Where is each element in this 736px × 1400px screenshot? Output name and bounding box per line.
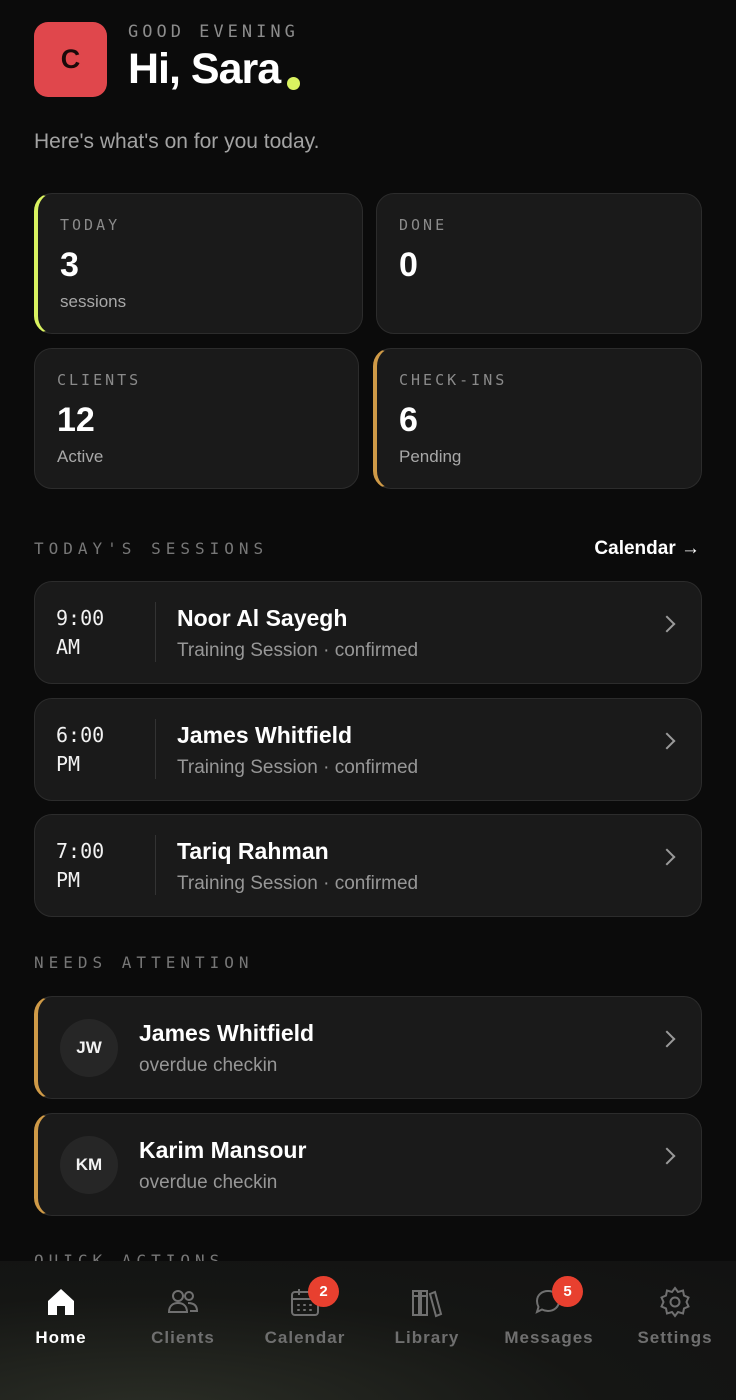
stat-value: 0 <box>399 246 418 284</box>
tab-calendar[interactable]: 2 Calendar <box>244 1261 366 1400</box>
calendar-badge: 2 <box>308 1276 339 1307</box>
tab-label: Home <box>35 1328 87 1347</box>
stat-label: DONE <box>399 216 448 234</box>
sessions-section-title: TODAY'S SESSIONS <box>34 539 269 558</box>
stat-sub: sessions <box>60 292 127 311</box>
stat-value: 3 <box>60 246 79 284</box>
avatar-initial: C <box>60 44 81 74</box>
stat-card-checkins[interactable]: CHECK-INS 6 Pending <box>373 348 702 489</box>
tab-label: Messages <box>504 1328 594 1347</box>
attention-client-name: James Whitfield <box>139 1020 315 1046</box>
stat-label: TODAY <box>60 216 121 234</box>
chevron-right-icon <box>658 1030 676 1048</box>
stat-sub: Active <box>57 447 104 466</box>
messages-badge: 5 <box>552 1276 583 1307</box>
greeting-label: GOOD EVENING <box>128 22 299 42</box>
tab-clients[interactable]: Clients <box>122 1261 244 1400</box>
tab-library[interactable]: Library <box>366 1261 488 1400</box>
session-client-name: James Whitfield <box>177 722 353 748</box>
session-time: 9:00 AM <box>56 606 105 659</box>
tab-settings[interactable]: Settings <box>614 1261 736 1400</box>
session-row[interactable]: 9:00 AM Noor Al Sayegh Training Session ·… <box>34 581 702 684</box>
session-time: 6:00 PM <box>56 723 105 776</box>
attention-client-name: Karim Mansour <box>139 1137 307 1163</box>
stat-label: CHECK-INS <box>399 371 508 389</box>
clients-icon <box>167 1290 199 1313</box>
home-icon <box>48 1289 74 1315</box>
session-divider <box>155 719 156 779</box>
session-client-name: Noor Al Sayegh <box>177 605 348 631</box>
stat-label: CLIENTS <box>57 371 142 389</box>
chevron-right-icon <box>658 848 676 866</box>
page-subtitle: Here's what's on for you today. <box>34 130 320 153</box>
tab-label: Clients <box>151 1328 215 1347</box>
attention-section-title: NEEDS ATTENTION <box>34 953 254 972</box>
quick-actions-section-title: QUICK ACTIONS <box>34 1251 225 1261</box>
status-dot <box>287 77 300 90</box>
stat-sub: Pending <box>399 447 462 466</box>
session-row[interactable]: 6:00 PM James Whitfield Training Session … <box>34 698 702 801</box>
client-avatar: KM <box>60 1136 118 1194</box>
tab-label: Calendar <box>264 1328 346 1347</box>
attention-meta: overdue checkin <box>139 1172 278 1193</box>
client-avatar: JW <box>60 1019 118 1077</box>
chevron-right-icon <box>658 615 676 633</box>
tab-label: Settings <box>637 1328 713 1347</box>
library-icon <box>412 1290 443 1318</box>
stat-value: 12 <box>57 401 95 439</box>
stat-value: 6 <box>399 401 418 439</box>
chevron-right-icon <box>658 1147 676 1165</box>
gear-icon <box>660 1286 690 1318</box>
stat-card-clients[interactable]: CLIENTS 12 Active <box>34 348 359 489</box>
session-divider <box>155 835 156 895</box>
session-time: 7:00 PM <box>56 839 105 892</box>
page-title: Hi, Sara <box>128 45 281 93</box>
session-meta: Training Session · confirmed <box>177 640 419 661</box>
chevron-right-icon <box>658 732 676 750</box>
session-meta: Training Session · confirmed <box>177 757 419 778</box>
session-meta: Training Session · confirmed <box>177 873 419 894</box>
session-divider <box>155 602 156 662</box>
attention-row[interactable]: JW James Whitfield overdue checkin <box>34 996 702 1099</box>
bottom-tab-bar: Home Clients 2 Calendar Library 5 Messag… <box>0 1261 736 1400</box>
stat-card-today[interactable]: TODAY 3 sessions <box>34 193 363 334</box>
tab-label: Library <box>394 1328 460 1347</box>
attention-row[interactable]: KM Karim Mansour overdue checkin <box>34 1113 702 1216</box>
stat-card-done[interactable]: DONE 0 <box>376 193 702 334</box>
profile-avatar[interactable]: C <box>34 22 107 97</box>
tab-home[interactable]: Home <box>0 1261 122 1400</box>
calendar-link[interactable]: Calendar → <box>594 538 700 560</box>
tab-messages[interactable]: 5 Messages <box>488 1261 610 1400</box>
attention-meta: overdue checkin <box>139 1055 278 1076</box>
session-row[interactable]: 7:00 PM Tariq Rahman Training Session · c… <box>34 814 702 917</box>
session-client-name: Tariq Rahman <box>177 838 329 864</box>
